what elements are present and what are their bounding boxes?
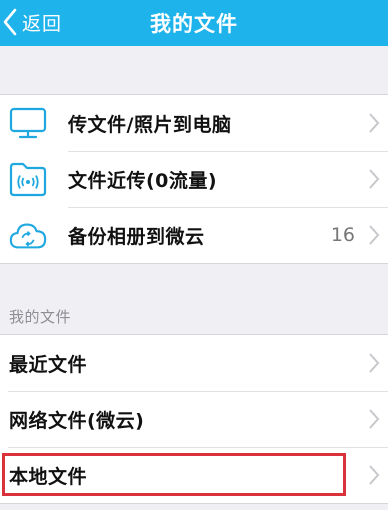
nearby-transfer-label: 文件近传(0流量) [68,169,218,192]
backup-album-row[interactable]: 备份相册到微云 16 [0,207,388,263]
monitor-icon [8,105,48,141]
cloud-sync-icon [8,217,48,253]
network-files-label: 网络文件(微云) [9,409,145,432]
my-files-group: 最近文件 网络文件(微云) 本地文件 [0,334,388,504]
nearby-transfer-row[interactable]: 文件近传(0流量) [0,151,388,207]
page-title: 我的文件 [150,12,238,36]
recent-files-label: 最近文件 [9,353,88,376]
chevron-right-icon [369,409,380,429]
transfer-group: 传文件/照片到电脑 文件近传(0流量) 备份相册到微云 16 [0,94,388,264]
local-files-row[interactable]: 本地文件 [0,447,388,503]
navigation-bar: 返回 我的文件 [0,0,388,46]
wifi-folder-icon [8,161,48,197]
chevron-right-icon [369,225,380,245]
chevron-right-icon [369,465,380,485]
backup-album-label: 备份相册到微云 [68,225,205,248]
send-to-computer-row[interactable]: 传文件/照片到电脑 [0,95,388,151]
my-files-section-header: 我的文件 [9,308,72,326]
recent-files-row[interactable]: 最近文件 [0,335,388,391]
local-files-label: 本地文件 [9,465,88,488]
network-files-row[interactable]: 网络文件(微云) [0,391,388,447]
chevron-right-icon [369,169,380,189]
chevron-right-icon [369,353,380,373]
chevron-right-icon [369,113,380,133]
send-to-computer-label: 传文件/照片到电脑 [68,113,232,136]
backup-count-badge: 16 [330,224,355,246]
